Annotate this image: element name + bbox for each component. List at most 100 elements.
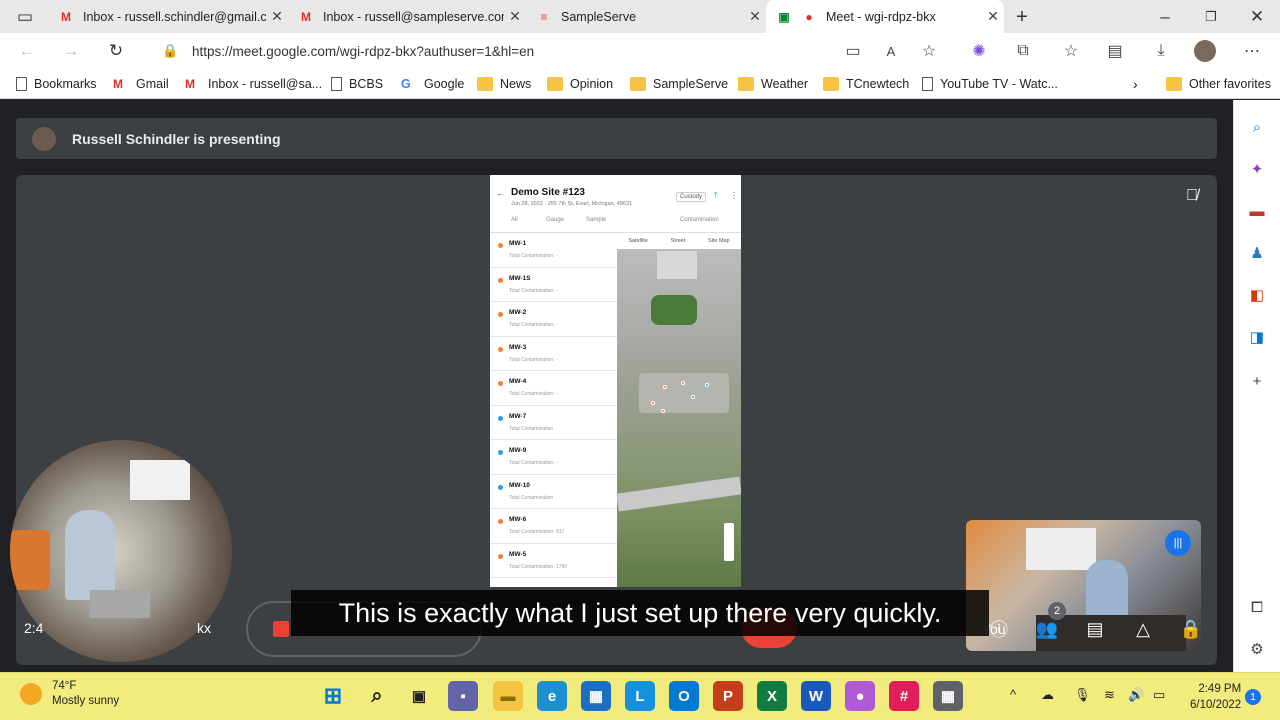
url-field[interactable]: 🔒 https://meet.google.com/wgi-rdpz-bkx?a… [150,36,940,66]
edge-icon[interactable]: e [537,681,567,711]
favorites-icon[interactable]: ☆ [1056,36,1086,66]
page-icon [331,77,342,91]
close-icon[interactable]: ✕ [504,8,526,25]
restore-icon[interactable]: ❐ [1196,2,1226,32]
bookmarks-overflow-icon[interactable]: › [1133,69,1138,99]
folder-icon [630,77,646,91]
slack-icon[interactable]: # [889,681,919,711]
volume-icon[interactable]: 🔊 [1128,687,1144,703]
add-favorite-icon[interactable]: ☆ [914,36,944,66]
tab-gmail-1[interactable]: M Inbox - russell.schindler@gmail.c ✕ [48,0,288,33]
map-pin [681,381,685,385]
close-icon[interactable]: ✕ [744,8,766,25]
bookmark-tcnewtech[interactable]: TCnewtech [823,69,909,99]
hide-sidebar-icon[interactable]: ⧠ [1244,594,1270,620]
onedrive-icon[interactable]: ☁ [1041,687,1054,703]
paint-icon[interactable]: ● [845,681,875,711]
bookmark-inbox[interactable]: M Inbox - russell@sa... [185,69,322,99]
file-explorer-icon[interactable]: ▬ [493,681,523,711]
bookmark-bcbs[interactable]: BCBS [331,69,383,99]
host-controls-icon[interactable]: 🔒 [1178,616,1204,642]
lync-icon[interactable]: L [625,681,655,711]
info-icon[interactable]: ⓘ [986,616,1012,642]
bookmark-sampleserve[interactable]: SampleServe [630,69,728,99]
well-status-icon [498,381,503,386]
outlook-icon[interactable]: ◨ [1244,324,1270,350]
well-status-icon [498,519,503,524]
excel-icon[interactable]: X [757,681,787,711]
bookmark-gmail[interactable]: M Gmail [113,69,169,99]
collections-icon[interactable]: ▤ [1100,36,1130,66]
shared-screen: ← Demo Site #123 Jun 28, 2022 · 255 7th … [490,175,741,587]
tab-actions-icon[interactable]: ▭ [10,2,40,32]
weather-temp: 74°F [52,680,77,692]
upload-icon: ⤒ [714,191,718,200]
outlook-app-icon[interactable]: O [669,681,699,711]
search-icon[interactable]: ⌕ [1244,114,1270,140]
well-contamination: Total Contamination [509,425,554,432]
extension-color-icon[interactable]: ✺ [964,36,994,66]
close-icon[interactable]: ✕ [982,8,1004,25]
bookmark-bookmarks[interactable]: Bookmarks [16,69,97,99]
map-pin [705,383,709,387]
tools-icon[interactable]: ▬ [1244,198,1270,224]
map-tab-street: Street [670,238,686,244]
bookmark-youtube-tv[interactable]: YouTube TV - Watc... [922,69,1058,99]
add-icon[interactable]: + [1244,368,1270,394]
map-pin [691,395,695,399]
gmail-icon: M [301,9,311,24]
read-aloud-icon[interactable]: A [876,36,906,66]
mic-tray-icon[interactable]: 🎙 [1074,687,1091,703]
well-name: MW-3 [509,343,527,351]
well-name: MW-5 [509,550,527,558]
bookmark-weather[interactable]: Weather [738,69,808,99]
office-icon[interactable]: ◧ [1244,282,1270,308]
close-icon[interactable]: ✕ [266,8,288,25]
calculator-icon[interactable]: ▦ [933,681,963,711]
games-icon[interactable]: ♟ [1244,240,1270,266]
minimize-icon[interactable]: – [1150,2,1180,32]
word-icon[interactable]: W [801,681,831,711]
well-status-icon [498,312,503,317]
window-close-icon[interactable]: ✕ [1242,2,1272,32]
bookmark-google[interactable]: G Google [401,69,464,99]
start-icon[interactable]: ⊞ [318,681,348,711]
bookmark-opinion[interactable]: Opinion [547,69,613,99]
well-status-icon [498,415,503,421]
discover-icon[interactable]: ✦ [1244,156,1270,182]
activities-icon[interactable]: △ [1130,616,1156,642]
notification-badge[interactable]: 1 [1245,689,1261,705]
extensions-icon[interactable]: ⧉ [1008,36,1038,66]
well-status-icon [498,484,503,490]
bookmark-news[interactable]: News [477,69,531,99]
profile-avatar[interactable] [1190,36,1220,66]
settings-icon[interactable]: ⚙ [1244,636,1270,662]
weather-widget[interactable]: 74°F Mostly sunny [20,679,119,709]
battery-icon[interactable]: ▭ [1153,687,1165,703]
clock[interactable]: 2:49 PM 6/10/2022 [1190,681,1241,713]
more-menu-icon[interactable]: ⋯ [1237,36,1267,66]
map-tabs: Satellite Street Site Map [617,233,741,249]
well-name: MW-9 [509,447,527,454]
new-tab-icon[interactable]: + [1007,2,1037,32]
tab-meet[interactable]: ▣ ● Meet - wgi-rdpz-bkx ✕ [766,0,1004,33]
powerpoint-icon[interactable]: P [713,681,743,711]
camera-icon[interactable]: ▭ [838,36,868,66]
search-icon[interactable]: ⌕ [362,681,392,711]
filter-gauge: Gauge [546,217,565,223]
refresh-icon[interactable]: ↻ [101,36,131,66]
tab-sampleserve[interactable]: ≡ SampleServe ✕ [526,0,766,33]
teams-chat-icon[interactable]: ▪ [448,681,478,711]
store-icon[interactable]: ▦ [581,681,611,711]
forward-icon[interactable]: → [56,36,86,66]
chat-icon[interactable]: ▤ [1082,616,1108,642]
back-icon[interactable]: ← [12,36,42,66]
bookmark-other-favorites[interactable]: Other favorites [1166,69,1271,99]
wifi-icon[interactable]: ≋ [1104,687,1115,703]
list-item: MW-10 Total Contamination [490,475,617,509]
tray-chevron-icon[interactable]: ^ [1010,687,1016,702]
task-view-icon[interactable]: ▣ [404,681,434,711]
list-item: MW-4 Total Contamination: - [490,371,617,406]
downloads-icon[interactable]: ⤓ [1146,36,1176,66]
tab-gmail-2[interactable]: M Inbox - russell@sampleserve.com ✕ [288,0,526,33]
